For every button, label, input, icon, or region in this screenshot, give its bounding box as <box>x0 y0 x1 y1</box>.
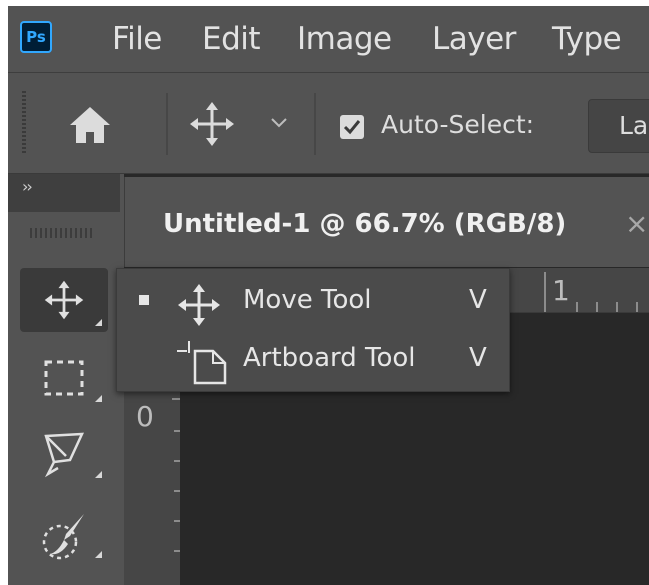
tool-flyout-menu: Move Tool V Artboard Tool V <box>116 268 510 392</box>
ruler-tick <box>174 460 180 462</box>
ruler-tick <box>576 302 578 312</box>
close-tab-icon[interactable]: × <box>625 207 648 240</box>
lasso-tool-button[interactable] <box>20 420 108 484</box>
move-icon <box>178 284 220 326</box>
selected-bullet-icon <box>139 295 149 305</box>
tools-panel-header[interactable]: ›› <box>8 174 120 212</box>
options-separator <box>314 93 316 155</box>
auto-select-target-dropdown[interactable]: Lay <box>588 99 649 153</box>
ruler-tick <box>172 398 180 400</box>
chevron-down-icon[interactable] <box>270 117 288 129</box>
document-tab-title: Untitled-1 @ 66.7% (RGB/8) <box>163 209 567 239</box>
tool-group-indicator <box>95 551 102 558</box>
marquee-icon <box>44 360 84 396</box>
options-separator <box>166 93 168 155</box>
flyout-item-label: Artboard Tool <box>243 343 416 373</box>
checkmark-icon <box>343 120 361 135</box>
ruler-tick <box>596 302 598 312</box>
ruler-tick <box>174 490 180 492</box>
flyout-item-shortcut: V <box>469 285 487 315</box>
ruler-tick <box>174 430 180 432</box>
tool-group-indicator <box>95 319 102 326</box>
menu-edit[interactable]: Edit <box>202 19 261 59</box>
quick-selection-tool-button[interactable] <box>20 500 108 564</box>
menu-file[interactable]: File <box>112 19 162 59</box>
quick-selection-icon <box>42 514 84 560</box>
move-tool-button[interactable] <box>20 268 108 332</box>
flyout-item-move-tool[interactable]: Move Tool V <box>117 273 509 331</box>
marquee-tool-button[interactable] <box>20 344 108 408</box>
ruler-tick <box>174 550 180 552</box>
tool-group-indicator <box>95 471 102 478</box>
flyout-item-shortcut: V <box>469 343 487 373</box>
move-icon[interactable] <box>188 100 236 148</box>
ruler-tick <box>544 272 546 312</box>
lasso-icon <box>44 432 85 478</box>
menu-type[interactable]: Type <box>552 19 622 59</box>
options-bar: Auto-Select: Lay <box>8 73 649 174</box>
ruler-tick <box>636 302 638 312</box>
home-icon[interactable] <box>68 105 112 145</box>
tools-panel-grip[interactable] <box>30 228 94 238</box>
ruler-tick <box>174 520 180 522</box>
document-tab[interactable]: Untitled-1 @ 66.7% (RGB/8) × <box>124 177 649 267</box>
photoshop-window: Ps File Edit Image Layer Type Auto-Selec… <box>8 6 649 585</box>
tool-group-indicator <box>95 395 102 402</box>
flyout-item-label: Move Tool <box>243 285 372 315</box>
auto-select-label: Auto-Select: <box>381 110 535 139</box>
auto-select-target-value: Lay <box>619 111 649 140</box>
menu-bar: Ps File Edit Image Layer Type <box>8 6 649 73</box>
menu-layer[interactable]: Layer <box>432 19 516 59</box>
options-bar-grip[interactable] <box>22 91 26 155</box>
auto-select-checkbox[interactable] <box>340 115 364 139</box>
move-icon <box>44 280 84 320</box>
expand-panel-icon[interactable]: ›› <box>22 177 33 196</box>
ruler-tick <box>616 302 618 312</box>
ruler-left-label: 0 <box>136 400 154 433</box>
photoshop-logo[interactable]: Ps <box>20 21 52 53</box>
flyout-item-artboard-tool[interactable]: Artboard Tool V <box>117 331 509 389</box>
artboard-icon <box>177 341 227 385</box>
menu-image[interactable]: Image <box>297 19 392 59</box>
ruler-top-label: 1 <box>552 274 570 307</box>
